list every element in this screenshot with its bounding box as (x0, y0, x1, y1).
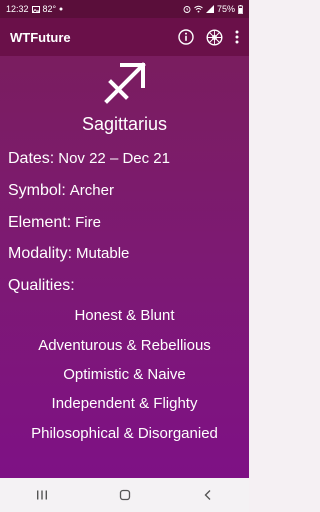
element-row: Element: Fire (8, 214, 101, 232)
element-label: Element: (8, 214, 72, 231)
quality-item: Adventurous & Rebellious (38, 337, 211, 354)
symbol-value: Archer (69, 182, 114, 199)
element-value: Fire (75, 214, 101, 231)
status-bar: 12:32 82° 75% (0, 0, 249, 18)
status-temperature: 82° (42, 4, 57, 14)
home-icon[interactable] (105, 480, 145, 510)
sagittarius-arrow-icon (102, 60, 148, 106)
symbol-row: Symbol: Archer (8, 182, 114, 200)
notification-dot-icon (59, 7, 63, 11)
dates-row: Dates: Nov 22 – Dec 21 (8, 150, 170, 168)
back-icon[interactable] (188, 480, 228, 510)
settings-wheel-icon[interactable] (206, 28, 223, 46)
status-time: 12:32 (6, 4, 29, 14)
battery-percent: 75% (216, 4, 235, 14)
app-actions (178, 28, 239, 46)
alarm-icon (183, 5, 191, 13)
qualities-label: Qualities: (8, 277, 75, 294)
quality-item: Optimistic & Naive (63, 366, 186, 383)
sign-name: Sagittarius (81, 114, 168, 134)
signal-icon (205, 5, 214, 13)
app-bar: WTFuture (0, 18, 249, 56)
battery-icon (238, 4, 243, 14)
status-left: 12:32 82° (6, 4, 63, 14)
status-right: 75% (183, 4, 243, 14)
recent-apps-icon[interactable] (22, 480, 62, 510)
modality-row: Modality: Mutable (8, 245, 129, 263)
system-nav-bar (0, 478, 249, 512)
quality-item: Independent & Flighty (51, 395, 198, 412)
dates-value: Nov 22 – Dec 21 (58, 150, 170, 167)
quality-item: Honest & Blunt (74, 307, 175, 324)
modality-value: Mutable (76, 245, 130, 262)
app-title: WTFuture (10, 29, 71, 45)
info-icon[interactable] (178, 29, 194, 45)
zodiac-detail-panel: Sagittarius Dates: Nov 22 – Dec 21 Symbol… (0, 56, 249, 478)
wifi-icon (194, 5, 203, 13)
more-vertical-icon[interactable] (235, 30, 239, 44)
dates-label: Dates: (8, 150, 55, 167)
photo-icon (31, 5, 40, 13)
quality-item: Philosophical & Disorganied (31, 425, 218, 442)
modality-label: Modality: (8, 245, 73, 262)
symbol-label: Symbol: (8, 182, 66, 199)
